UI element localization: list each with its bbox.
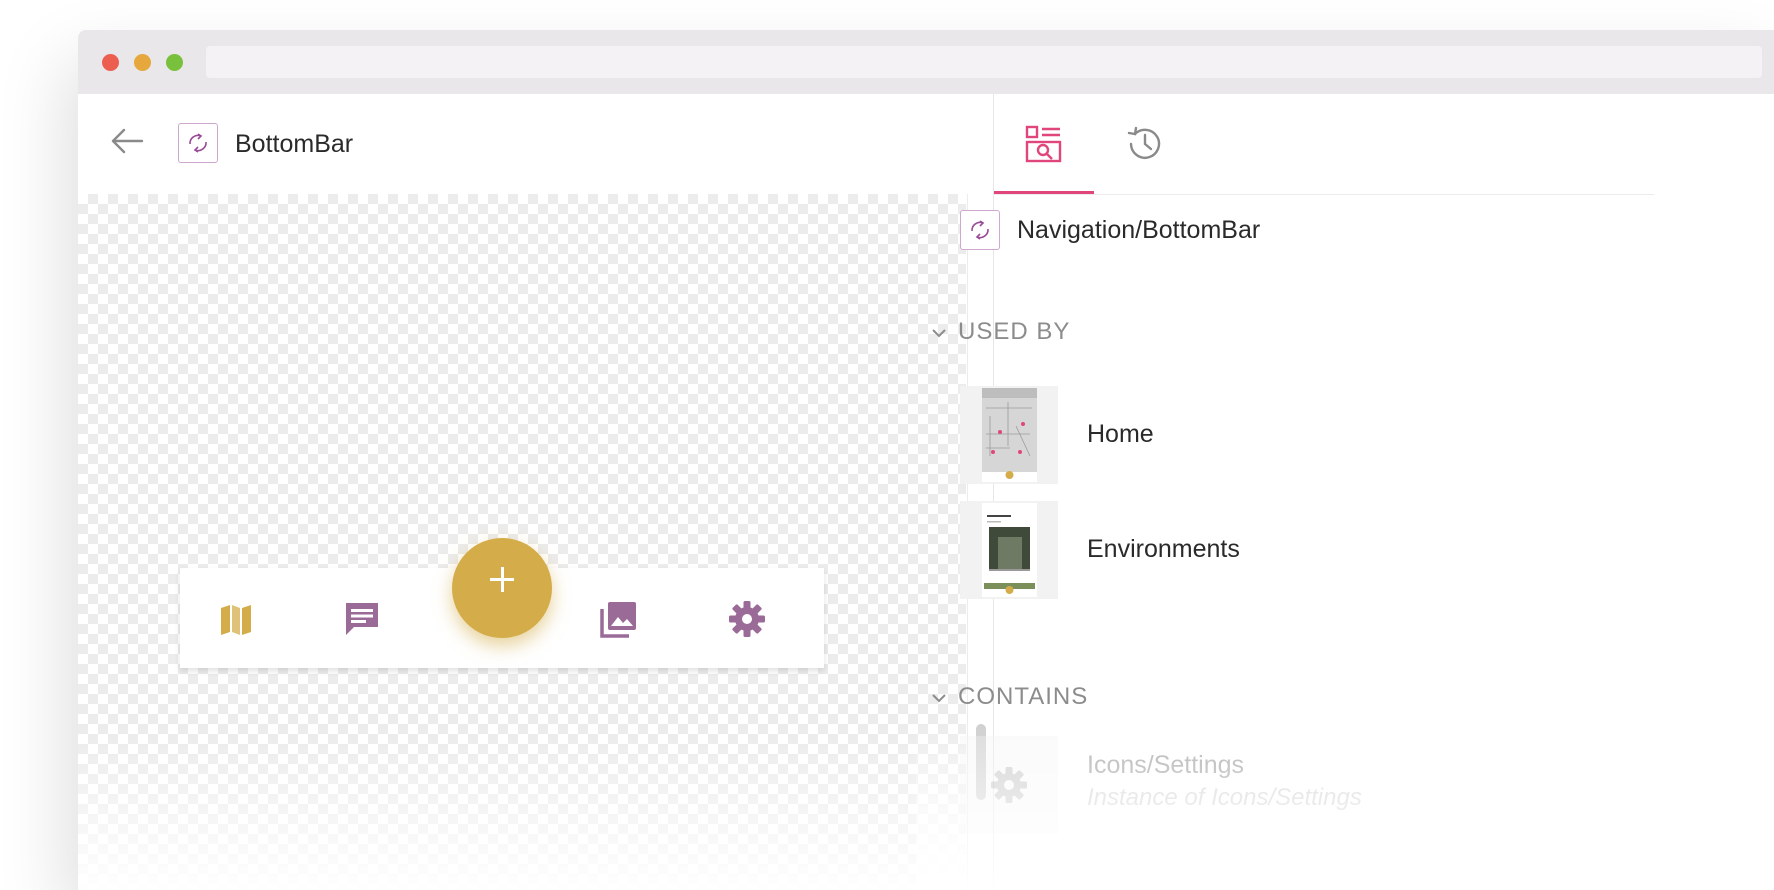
title-bar xyxy=(78,30,1774,94)
used-by-item-home[interactable]: Home xyxy=(960,386,1460,484)
used-by-label: Environments xyxy=(1087,535,1240,563)
component-title: BottomBar xyxy=(235,130,354,158)
contains-label: Icons/Settings xyxy=(1087,751,1245,779)
screen-thumbnail-environments xyxy=(960,501,1058,599)
used-by-label: Home xyxy=(1087,420,1154,448)
component-sync-icon xyxy=(960,210,1000,250)
inspector-tabs xyxy=(994,94,1654,195)
tab-history[interactable] xyxy=(1094,94,1194,194)
close-window-button[interactable] xyxy=(102,54,119,71)
contains-sublabel: Instance of Icons/Settings xyxy=(1087,784,1362,811)
message-icon[interactable] xyxy=(341,598,383,640)
photo-library-icon[interactable] xyxy=(598,598,640,640)
component-sync-icon xyxy=(178,123,218,163)
chevron-down-icon xyxy=(932,329,946,338)
history-icon xyxy=(1127,126,1161,159)
tab-inspect[interactable] xyxy=(994,94,1094,194)
add-fab-button[interactable] xyxy=(452,538,552,638)
arrow-left-icon[interactable] xyxy=(108,122,146,160)
minimize-window-button[interactable] xyxy=(134,54,151,71)
component-path: Navigation/BottomBar xyxy=(1017,216,1261,244)
maximize-window-button[interactable] xyxy=(166,54,183,71)
contains-item-icons-settings[interactable]: Icons/Settings Instance of Icons/Setting… xyxy=(960,736,1460,834)
left-header: BottomBar xyxy=(78,94,993,194)
component-thumbnail-settings xyxy=(960,736,1058,834)
app-window: BottomBar Navigation/BottomBar USED BY H… xyxy=(78,30,1774,890)
bottom-bar-preview xyxy=(180,538,824,668)
preview-canvas xyxy=(78,194,966,890)
gear-icon[interactable] xyxy=(726,598,768,640)
inspect-icon xyxy=(1025,125,1062,163)
address-bar[interactable] xyxy=(206,46,1762,78)
screen-thumbnail-home xyxy=(960,386,1058,484)
map-icon[interactable] xyxy=(215,598,257,640)
chevron-down-icon xyxy=(932,694,946,703)
used-by-item-environments[interactable]: Environments xyxy=(960,501,1460,599)
